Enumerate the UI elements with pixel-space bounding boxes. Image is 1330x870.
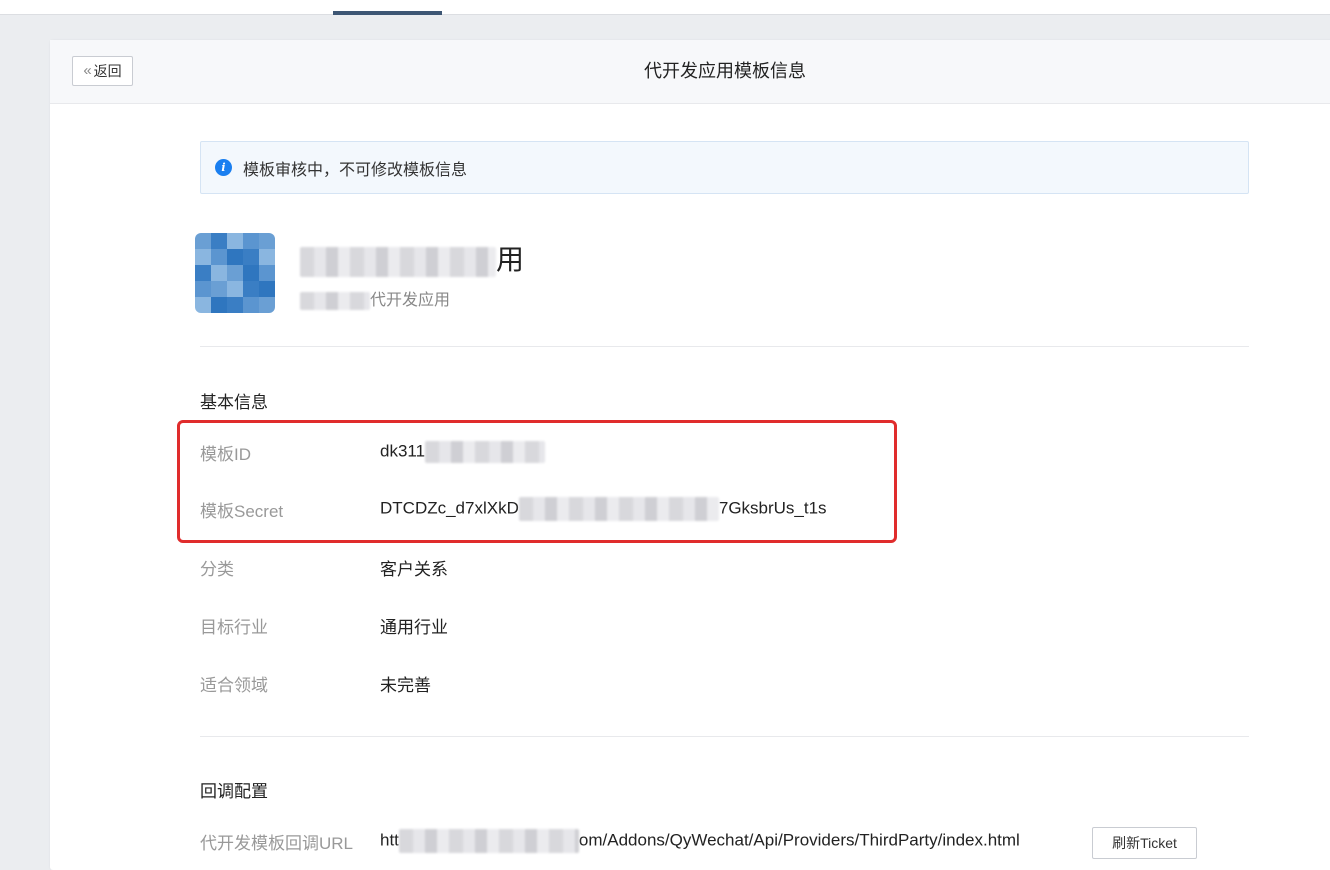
highlight-box [177,420,897,543]
double-chevron-left-icon: « [83,61,92,79]
divider [200,736,1249,737]
section-callback-title: 回调配置 [200,782,268,801]
app-name: 用 [300,238,524,278]
icon-pixel [227,249,243,265]
app-type-text: 代开发应用 [370,292,451,309]
icon-pixel [211,265,227,281]
app-icon [195,233,275,313]
icon-pixel [227,297,243,313]
field-value: 客户关系 [380,559,448,579]
icon-pixel [227,265,243,281]
field-callback-url: 代开发模板回调URL htt om/Addons/QyWechat/Api/Pro… [200,829,1020,853]
icon-pixel [259,281,275,297]
icon-pixel [195,249,211,265]
icon-pixel [259,249,275,265]
icon-pixel [259,265,275,281]
top-nav-bar [0,0,1330,15]
card-header: « 返回 [50,40,1330,104]
info-icon: i [215,159,232,176]
icon-pixel [243,249,259,265]
url-prefix: htt [380,830,399,850]
icon-pixel [211,297,227,313]
icon-pixel [243,265,259,281]
field-label: 适合领域 [200,675,268,695]
icon-pixel [243,297,259,313]
section-basic-info-title: 基本信息 [200,393,268,412]
icon-pixel [259,297,275,313]
redacted-text [300,246,496,277]
icon-pixel [227,233,243,249]
icon-pixel [227,281,243,297]
url-suffix: om/Addons/QyWechat/Api/Providers/ThirdPa… [578,830,1020,850]
icon-pixel [195,265,211,281]
redacted-text [398,829,579,853]
divider [200,346,1249,347]
icon-pixel [243,233,259,249]
icon-pixel [259,233,275,249]
back-button[interactable]: « 返回 [72,56,133,86]
field-label: 目标行业 [200,617,268,637]
active-tab-indicator [333,11,442,15]
field-label: 分类 [200,559,234,579]
field-value[interactable]: htt om/Addons/QyWechat/Api/Providers/Thir… [380,829,1020,853]
icon-pixel [243,281,259,297]
refresh-ticket-button[interactable]: 刷新Ticket [1092,827,1197,859]
redacted-text [300,291,370,310]
field-domain: 适合领域 未完善 [200,671,431,695]
icon-pixel [211,233,227,249]
back-button-label: 返回 [93,63,122,79]
template-info-card: « 返回 代开发应用模板信息 i 模板审核中，不可修改模板信息 用 代开发应用 … [50,40,1330,870]
icon-pixel [195,297,211,313]
field-category: 分类 客户关系 [200,555,448,579]
notice-text: 模板审核中，不可修改模板信息 [243,161,468,179]
app-name-tail: 用 [496,244,525,275]
review-notice: i 模板审核中，不可修改模板信息 [200,141,1249,194]
field-label: 代开发模板回调URL [200,833,354,853]
field-target-industry: 目标行业 通用行业 [200,613,448,637]
icon-pixel [211,281,227,297]
icon-pixel [195,281,211,297]
field-value: 通用行业 [380,617,448,637]
field-value: 未完善 [380,675,431,695]
icon-pixel [195,233,211,249]
icon-pixel [211,249,227,265]
app-type: 代开发应用 [300,286,450,310]
